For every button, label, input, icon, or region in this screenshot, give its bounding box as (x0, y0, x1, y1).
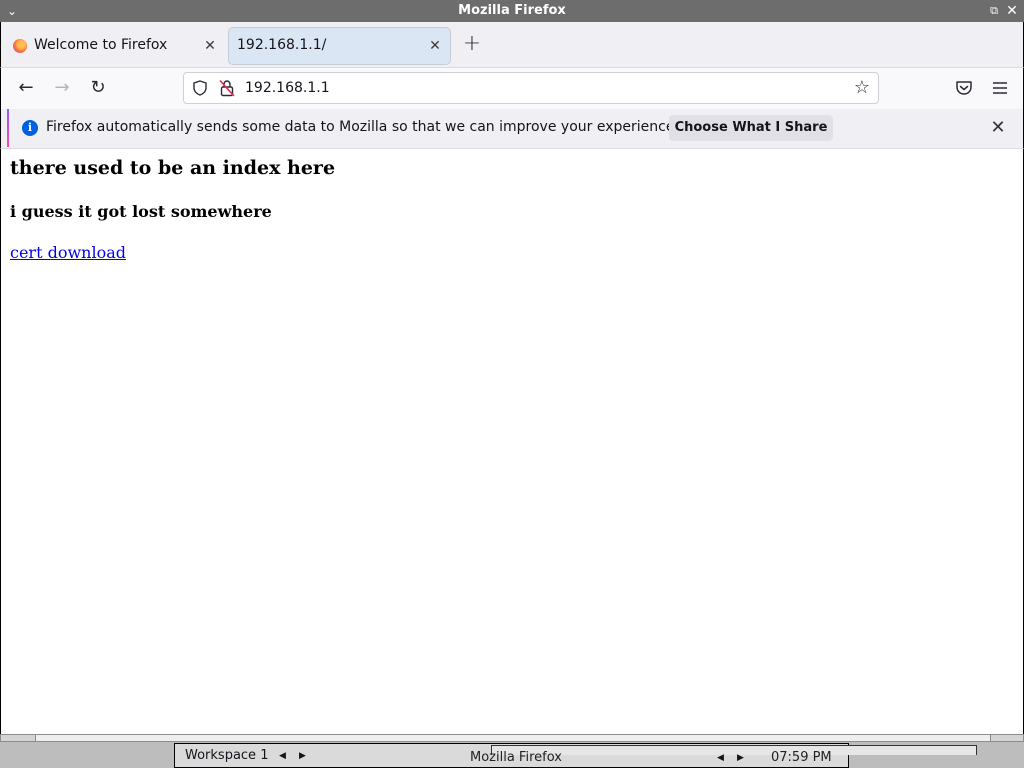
workspace-label[interactable]: Workspace 1 (185, 744, 268, 768)
tab-label: 192.168.1.1/ (237, 37, 327, 53)
hamburger-menu-icon[interactable] (989, 77, 1011, 99)
data-collection-notification: i Firefox automatically sends some data … (0, 109, 1024, 148)
clock: 07:59 PM (771, 750, 832, 765)
taskbar-window-button[interactable] (491, 745, 977, 755)
notification-accent (7, 109, 9, 147)
window-restore-button[interactable]: ⧉ (986, 2, 1002, 20)
workspace-next-icon[interactable]: ▶ (299, 744, 306, 768)
back-button[interactable]: ← (13, 75, 39, 101)
page-subheading: i guess it got lost somewhere (10, 202, 272, 221)
insecure-lock-icon[interactable] (219, 79, 235, 97)
tray-prev-icon[interactable]: ◀ (717, 748, 724, 768)
page-heading: there used to be an index here (10, 157, 336, 179)
tab-welcome[interactable]: Welcome to Firefox ✕ (7, 28, 225, 64)
firefox-icon (13, 39, 27, 53)
taskbar-window-label[interactable]: Mozilla Firefox (470, 748, 562, 768)
window-title: Mozilla Firefox (458, 3, 566, 18)
cert-download-link[interactable]: cert download (10, 243, 126, 262)
window-close-button[interactable]: ✕ (1004, 2, 1020, 20)
url-bar[interactable]: 192.168.1.1 ☆ (183, 72, 879, 104)
tab-current-page[interactable]: 192.168.1.1/ ✕ (229, 28, 450, 64)
desktop-panel: Workspace 1 ◀ ▶ Mozilla Firefox ◀ ▶ 07:5… (0, 742, 1024, 768)
page-content: there used to be an index here i guess i… (0, 148, 1024, 734)
window-titlebar[interactable]: ⌄ Mozilla Firefox ⧉ ✕ (0, 0, 1024, 22)
url-text[interactable]: 192.168.1.1 (245, 73, 330, 103)
forward-button[interactable]: → (49, 75, 75, 101)
scrollbar-thumb[interactable] (35, 735, 991, 741)
close-tab-icon[interactable]: ✕ (201, 37, 219, 55)
panel-box: Workspace 1 ◀ ▶ Mozilla Firefox ◀ ▶ 07:5… (174, 743, 977, 768)
reload-button[interactable]: ↻ (85, 75, 111, 101)
new-tab-button[interactable]: + (459, 32, 485, 58)
choose-what-i-share-button[interactable]: Choose What I Share (669, 115, 833, 141)
close-notification-icon[interactable]: ✕ (987, 117, 1009, 139)
tab-strip: Welcome to Firefox ✕ 192.168.1.1/ ✕ + (0, 22, 1024, 67)
tab-label: Welcome to Firefox (34, 37, 168, 53)
notification-message: Firefox automatically sends some data to… (46, 119, 679, 135)
shield-icon[interactable] (192, 80, 208, 96)
info-icon: i (22, 120, 38, 136)
navigation-toolbar: ← → ↻ 192.168.1.1 ☆ (0, 67, 1024, 109)
tray-next-icon[interactable]: ▶ (737, 748, 744, 768)
bookmark-star-icon[interactable]: ☆ (852, 78, 872, 98)
horizontal-scrollbar[interactable] (0, 734, 1024, 742)
close-tab-icon[interactable]: ✕ (426, 37, 444, 55)
pocket-icon[interactable] (953, 77, 975, 99)
workspace-prev-icon[interactable]: ◀ (279, 744, 286, 768)
